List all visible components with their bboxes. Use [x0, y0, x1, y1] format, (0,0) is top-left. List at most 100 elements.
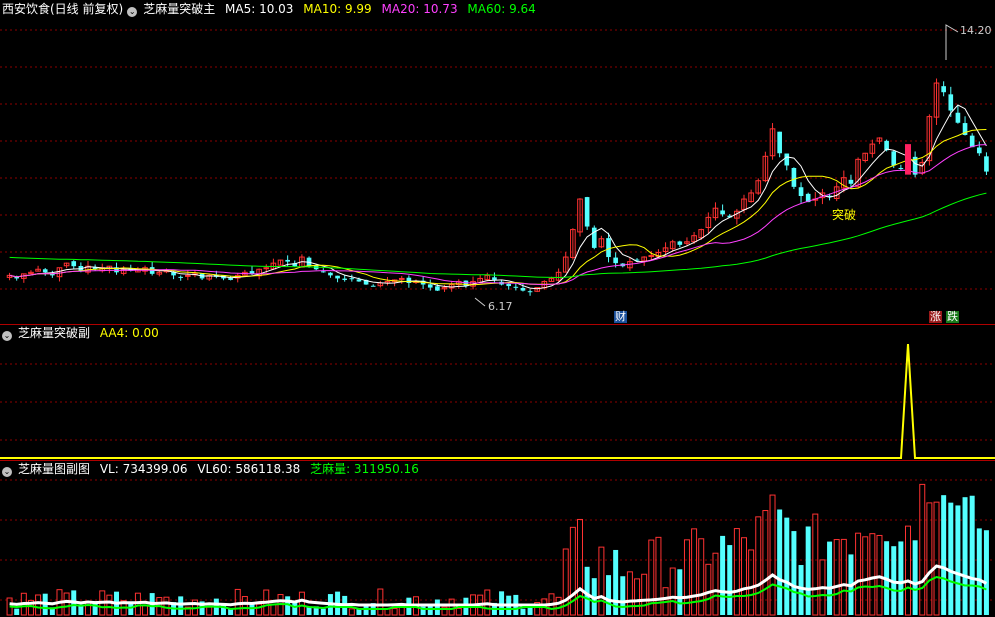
volume-bar [641, 573, 648, 616]
volume-bar [577, 518, 583, 616]
vl-label: VL: 734399.06 [99, 462, 188, 476]
breakthrough-candle [905, 144, 911, 175]
chevron-down-icon[interactable]: ⌄ [127, 7, 138, 17]
volume-bar [840, 538, 847, 616]
candle-body [777, 131, 782, 154]
candle-body [435, 286, 440, 291]
volume-pane[interactable]: ⌄ 芝麻量图副图 VL: 734399.06 VL60: 586118.38 芝麻… [0, 460, 995, 617]
volume-bar [762, 510, 769, 616]
candle-body [791, 167, 797, 187]
sub-header: ⌄ 芝麻量突破副 AA4: 0.00 [2, 326, 165, 341]
volume-bar [377, 588, 384, 616]
volume-bar [948, 502, 954, 615]
candle-body [427, 284, 433, 288]
vol-header: ⌄ 芝麻量图副图 VL: 734399.06 VL60: 586118.38 芝麻… [2, 462, 425, 477]
volume-bar [898, 541, 904, 615]
volume-bar [720, 535, 726, 615]
zml-label: 芝麻量: 311950.16 [310, 462, 419, 476]
candle-body [328, 272, 333, 276]
volume-bar [142, 605, 149, 616]
volume-bar [876, 534, 883, 616]
ma-line [9, 104, 987, 290]
volume-bar [955, 505, 961, 615]
volume-bar [933, 501, 940, 616]
volume-bar [912, 540, 918, 615]
candle-body [285, 259, 290, 262]
volume-bar [705, 563, 712, 616]
volume-bar [634, 578, 641, 616]
low-pointer [474, 297, 486, 307]
volume-bar [805, 526, 811, 615]
volume-bar [520, 608, 526, 615]
main-chart-pane[interactable]: 西安饮食(日线 前复权) ⌄ 芝麻量突破主 MA5: 10.03 MA10: 9.9… [0, 0, 995, 324]
limit-up-marker[interactable]: 涨 [929, 311, 942, 323]
chevron-down-icon[interactable]: ⌄ [2, 331, 12, 341]
candle-body [342, 278, 348, 280]
volume-bar [499, 591, 505, 615]
main-indicator-name[interactable]: 芝麻量突破主 [143, 2, 215, 16]
candle-body [976, 147, 982, 154]
volume-bar [434, 599, 440, 615]
stock-name: 西安饮食(日线 前复权) [2, 2, 124, 16]
volume-bar [598, 546, 605, 616]
candle-body [720, 210, 725, 215]
candle-body [891, 151, 897, 166]
volume-bar [626, 571, 633, 616]
candle-body [506, 283, 512, 287]
volume-bar [677, 569, 683, 615]
price-chart[interactable] [0, 0, 995, 324]
candle-body [677, 241, 683, 245]
candle-body [513, 286, 519, 288]
chevron-down-icon[interactable]: ⌄ [2, 467, 12, 477]
volume-bar [14, 608, 20, 615]
ma60-label: MA60: 9.64 [467, 2, 536, 16]
sub-indicator-pane[interactable]: ⌄ 芝麻量突破副 AA4: 0.00 [0, 324, 995, 460]
volume-bar [455, 607, 462, 616]
vl60-label: VL60: 586118.38 [197, 462, 301, 476]
aa4-chart[interactable] [0, 324, 995, 460]
low-price-label: 6.17 [488, 300, 513, 313]
candle-body [955, 112, 961, 123]
candle-body [613, 257, 618, 264]
volume-bar [448, 598, 455, 616]
candle-body [335, 275, 340, 279]
candle-body [969, 135, 975, 148]
volume-bar [620, 576, 626, 615]
volume-bar [256, 603, 263, 616]
ma10-label: MA10: 9.99 [303, 2, 372, 16]
ma5-label: MA5: 10.03 [225, 2, 294, 16]
volume-bar [777, 509, 783, 615]
volume-bar [727, 545, 733, 615]
main-header: 西安饮食(日线 前复权) ⌄ 芝麻量突破主 MA5: 10.03 MA10: 9.9… [2, 2, 542, 17]
candle-body [185, 274, 191, 277]
limit-down-marker[interactable]: 跌 [946, 311, 959, 323]
high-price-label: 14.20 [960, 24, 992, 37]
volume-bar [63, 592, 70, 616]
candle-body [898, 167, 904, 169]
volume-chart[interactable] [0, 460, 995, 617]
volume-bar [969, 495, 975, 615]
aa4-line [0, 343, 995, 459]
volume-bar [733, 528, 740, 616]
volume-bar [784, 517, 790, 615]
volume-bar [320, 608, 326, 615]
sub-indicator-name[interactable]: 芝麻量突破副 [18, 326, 90, 340]
candle-body [948, 94, 954, 111]
volume-bar [769, 494, 776, 616]
volume-bar [206, 606, 213, 616]
volume-bar [712, 552, 719, 616]
volume-bar [827, 541, 833, 615]
candle-body [263, 267, 270, 270]
volume-bar [905, 525, 911, 616]
volume-bar [791, 531, 797, 615]
candle-body [798, 187, 804, 196]
ma20-label: MA20: 10.73 [381, 2, 458, 16]
volume-bar [833, 539, 840, 616]
volume-bar [855, 532, 862, 616]
candle-body [406, 277, 412, 283]
finance-marker[interactable]: 财 [614, 311, 627, 323]
volume-bar [983, 530, 989, 615]
volume-bar [241, 596, 248, 616]
vol-indicator-name[interactable]: 芝麻量图副图 [18, 462, 90, 476]
candle-body [520, 287, 526, 291]
